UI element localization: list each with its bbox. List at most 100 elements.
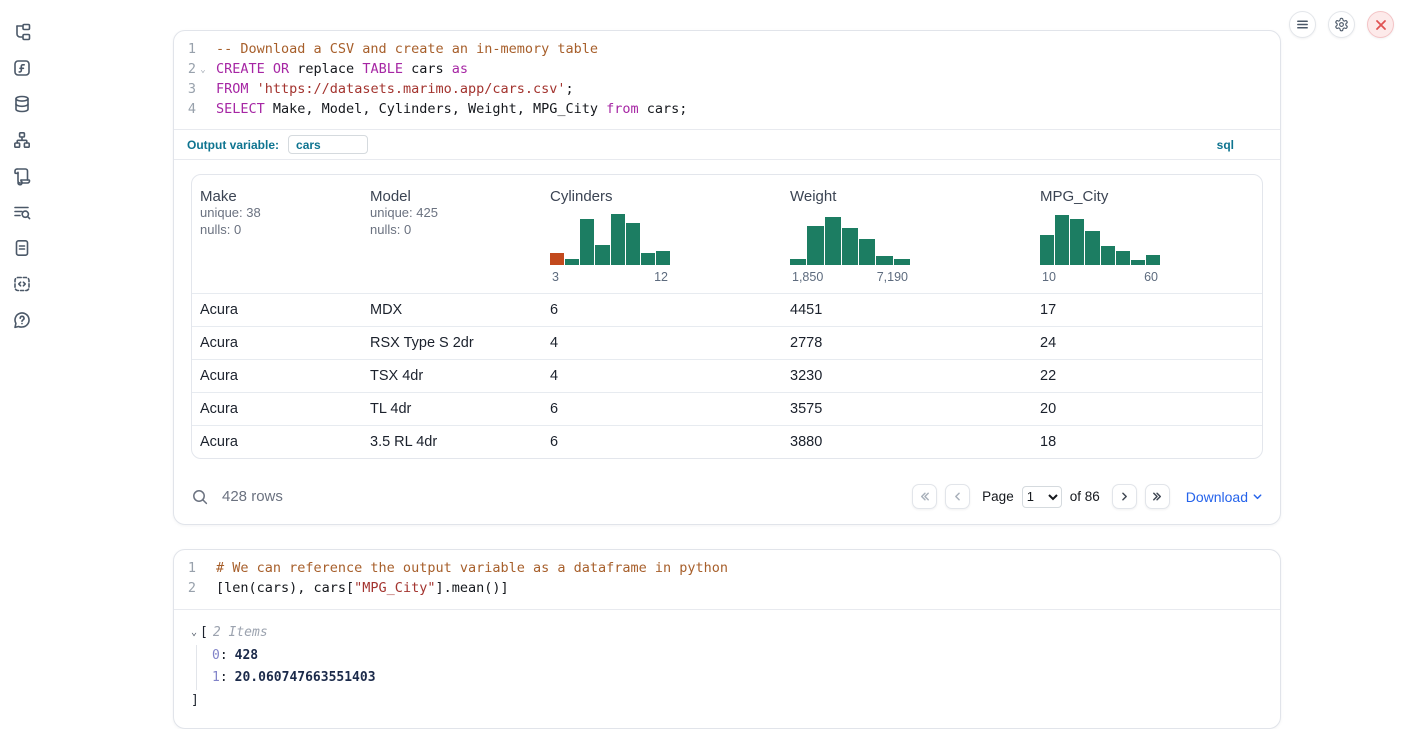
histogram-bar (1085, 231, 1099, 265)
table-cell: Acura (192, 327, 362, 359)
histogram-bar (1101, 246, 1115, 265)
token-plain: cars; (639, 101, 688, 117)
first-page-button[interactable] (912, 484, 937, 509)
line-number: 2 (174, 579, 196, 599)
documentation-icon[interactable] (12, 238, 32, 258)
histogram-bar (595, 245, 609, 265)
column-header-mpg_city: MPG_City1060 (1032, 185, 1262, 293)
histogram-bar (842, 228, 858, 266)
column-name[interactable]: Model (370, 188, 411, 205)
data-table: Makeunique: 38nulls: 0Modelunique: 425nu… (191, 174, 1263, 459)
table-cell: 4 (542, 327, 782, 359)
datasources-icon[interactable] (12, 94, 32, 114)
python-code-editor[interactable]: 1# We can reference the output variable … (174, 550, 1280, 609)
token-plain: Make, Model, Cylinders, Weight, MPG_City (265, 101, 606, 117)
table-row: AcuraTSX 4dr4323022 (192, 359, 1262, 392)
table-cell: Acura (192, 426, 362, 458)
histogram-bar (611, 214, 625, 265)
python-output-area: ⌄ [ 2 Items 0:4281:20.060747663551403 ] (174, 610, 1280, 728)
table-body: AcuraMDX6445117AcuraRSX Type S 2dr427782… (192, 293, 1262, 458)
table-cell: 3575 (782, 393, 1032, 425)
shutdown-button[interactable] (1367, 11, 1394, 38)
histogram-min-label: 10 (1042, 270, 1056, 284)
table-cell: 17 (1032, 294, 1262, 326)
table-cell: 6 (542, 426, 782, 458)
download-button[interactable]: Download (1186, 489, 1263, 505)
token-keyword: as (452, 61, 468, 77)
page-select[interactable]: 1 (1022, 486, 1062, 508)
fold-toggle-icon[interactable]: ⌄ (196, 60, 210, 80)
table-cell: 6 (542, 294, 782, 326)
variables-icon[interactable] (12, 58, 32, 78)
tree-collapse-icon[interactable]: ⌄ (191, 623, 197, 643)
fold-gutter (196, 559, 210, 579)
dependency-graph-icon[interactable] (12, 130, 32, 150)
histogram-bar (825, 217, 841, 266)
code-line: 4SELECT Make, Model, Cylinders, Weight, … (174, 100, 1280, 120)
previous-page-button[interactable] (945, 484, 970, 509)
row-count: 428 rows (222, 488, 283, 505)
table-row: AcuraRSX Type S 2dr4277824 (192, 326, 1262, 359)
code-text: # We can reference the output variable a… (210, 559, 728, 579)
pagination: Page 1 of 86 Download (912, 484, 1263, 509)
histogram-bar (626, 223, 640, 265)
table-cell: 4451 (782, 294, 1032, 326)
column-stat: nulls: 0 (200, 222, 354, 239)
table-cell: Acura (192, 393, 362, 425)
line-number: 1 (174, 40, 196, 60)
sidebar (0, 0, 44, 729)
logs-icon[interactable] (12, 202, 32, 222)
token-plain (249, 81, 257, 97)
snippets-icon[interactable] (12, 274, 32, 294)
column-header-model: Modelunique: 425nulls: 0 (362, 185, 542, 293)
chevron-left-icon (951, 490, 964, 503)
next-page-button[interactable] (1112, 484, 1137, 509)
sql-cell: 1-- Download a CSV and create an in-memo… (173, 30, 1281, 525)
table-cell: 24 (1032, 327, 1262, 359)
page-total-label: of 86 (1070, 489, 1100, 504)
code-line: 1# We can reference the output variable … (174, 559, 1280, 579)
menu-button[interactable] (1289, 11, 1316, 38)
table-cell: 4 (542, 360, 782, 392)
output-variable-input[interactable] (288, 135, 368, 154)
token-plain: ; (566, 81, 574, 97)
table-cell: 3.5 RL 4dr (362, 426, 542, 458)
scratchpad-icon[interactable] (12, 166, 32, 186)
column-name[interactable]: Make (200, 188, 237, 205)
histogram-max-label: 7,190 (877, 270, 908, 284)
table-cell: Acura (192, 294, 362, 326)
tree-children: 0:4281:20.060747663551403 (196, 645, 1263, 690)
tree-open-bracket: [ (200, 623, 208, 643)
download-label: Download (1186, 489, 1248, 505)
settings-button[interactable] (1328, 11, 1355, 38)
histogram-bar (1116, 251, 1130, 265)
histogram-bar (656, 251, 670, 266)
histogram-bars (550, 212, 670, 265)
histogram-bar (876, 256, 892, 265)
token-plain: replace (289, 61, 362, 77)
notebook-controls (1289, 11, 1394, 38)
table-cell: 3880 (782, 426, 1032, 458)
column-header-weight: Weight1,8507,190 (782, 185, 1032, 293)
help-icon[interactable] (12, 310, 32, 330)
search-icon[interactable] (191, 488, 209, 506)
file-explorer-icon[interactable] (12, 22, 32, 42)
tree-entry-colon: : (220, 670, 228, 685)
table-cell: 22 (1032, 360, 1262, 392)
column-name[interactable]: MPG_City (1040, 188, 1108, 205)
histogram-bar (1055, 215, 1069, 265)
fold-gutter (196, 40, 210, 60)
sql-code-editor[interactable]: 1-- Download a CSV and create an in-memo… (174, 31, 1280, 129)
last-page-button[interactable] (1145, 484, 1170, 509)
column-name[interactable]: Cylinders (550, 188, 613, 205)
histogram-bar (1146, 255, 1160, 265)
tree-entry: 1:20.060747663551403 (212, 667, 1263, 690)
token-plain: cars (403, 61, 452, 77)
column-name[interactable]: Weight (790, 188, 836, 205)
histogram-bar (641, 253, 655, 265)
python-cell: 1# We can reference the output variable … (173, 549, 1281, 729)
column-stat: nulls: 0 (370, 222, 534, 239)
token-plain: [len(cars), cars[ (216, 580, 354, 596)
tree-close-bracket: ] (191, 691, 1263, 711)
histogram-bar (807, 226, 823, 265)
